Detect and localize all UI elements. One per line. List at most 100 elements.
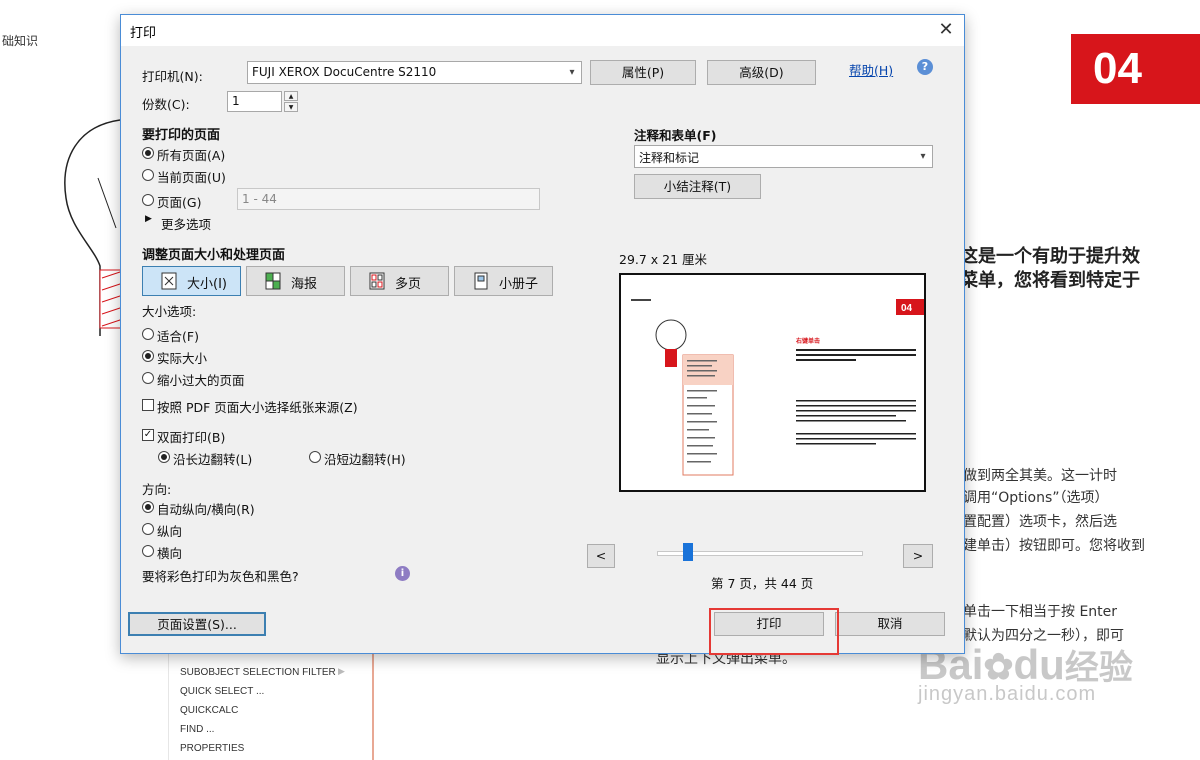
menu-item: QUICK SELECT ... bbox=[180, 686, 265, 697]
menu-item: QUICKCALC bbox=[180, 705, 239, 716]
watermark-brand-2: du bbox=[1013, 641, 1065, 688]
advanced-button[interactable]: 高级(D) bbox=[707, 60, 816, 85]
landscape-label: 横向 bbox=[157, 546, 183, 561]
booklet-icon bbox=[474, 272, 488, 290]
properties-button[interactable]: 属性(P) bbox=[590, 60, 696, 85]
printer-value: FUJI XEROX DocuCentre S2110 bbox=[252, 65, 437, 79]
close-icon[interactable]: ✕ bbox=[934, 18, 958, 42]
pages-label: 页面(G) bbox=[157, 195, 202, 210]
tab-size-label: 大小(I) bbox=[187, 277, 227, 292]
lightbulb-illustration bbox=[64, 119, 128, 336]
portrait-radio[interactable] bbox=[142, 523, 154, 535]
page-info: 第 7 页，共 44 页 bbox=[711, 576, 814, 591]
paper-source-label: 按照 PDF 页面大小选择纸张来源(Z) bbox=[157, 400, 358, 415]
submenu-arrow-icon: ▶ bbox=[338, 667, 345, 677]
expand-arrow-icon[interactable]: ▶ bbox=[145, 214, 152, 224]
auto-orientation-radio[interactable] bbox=[142, 501, 154, 513]
menu-item: SUBOBJECT SELECTION FILTER bbox=[180, 667, 336, 678]
menu-border bbox=[168, 650, 169, 760]
fit-radio[interactable] bbox=[142, 328, 154, 340]
more-options-toggle[interactable]: 更多选项 bbox=[161, 214, 211, 233]
orientation-label: 方向: bbox=[142, 482, 172, 497]
shrink-radio[interactable] bbox=[142, 372, 154, 384]
tab-booklet-label: 小册子 bbox=[499, 277, 539, 292]
print-preview: 04 右键单击 bbox=[619, 273, 926, 492]
preview-badge: 04 bbox=[901, 303, 913, 314]
sizing-section-title: 调整页面大小和处理页面 bbox=[142, 248, 286, 263]
background-paragraph-line: 单击一下相当于按 Enter bbox=[963, 604, 1118, 620]
flip-short-edge-radio[interactable] bbox=[309, 451, 321, 463]
background-heading-line-2: 菜单，您将看到特定于 bbox=[960, 270, 1140, 291]
current-page-radio[interactable] bbox=[142, 169, 154, 181]
tab-poster-label: 海报 bbox=[291, 277, 318, 292]
actual-size-radio[interactable] bbox=[142, 350, 154, 362]
annotations-section-title: 注释和表单(F) bbox=[634, 128, 717, 143]
multiple-pages-icon bbox=[369, 272, 385, 290]
background-heading-line-1: 这是一个有助于提升效 bbox=[960, 246, 1140, 267]
tab-booklet[interactable]: 小册子 bbox=[454, 266, 553, 296]
menu-item: PROPERTIES bbox=[180, 743, 245, 754]
menu-accent-line bbox=[372, 650, 374, 760]
duplex-label: 双面打印(B) bbox=[157, 430, 226, 445]
copies-label: 份数(C): bbox=[142, 97, 190, 112]
pages-range-placeholder: 1 - 44 bbox=[242, 192, 277, 206]
pages-radio[interactable] bbox=[142, 194, 154, 206]
pages-range-field[interactable]: 1 - 44 bbox=[237, 188, 540, 210]
all-pages-label: 所有页面(A) bbox=[157, 148, 226, 163]
chapter-badge: 04 bbox=[1071, 34, 1200, 104]
flip-long-edge-radio[interactable] bbox=[158, 451, 170, 463]
highlight-annotation bbox=[709, 608, 839, 655]
landscape-radio[interactable] bbox=[142, 545, 154, 557]
all-pages-radio[interactable] bbox=[142, 147, 154, 159]
summarize-comments-button[interactable]: 小结注释(T) bbox=[634, 174, 761, 199]
annotations-select[interactable]: 注释和标记 ▾ bbox=[634, 145, 933, 168]
tab-size[interactable]: 大小(I) bbox=[142, 266, 241, 296]
help-icon[interactable]: ? bbox=[917, 59, 933, 75]
cancel-button[interactable]: 取消 bbox=[835, 612, 945, 636]
size-options-label: 大小选项: bbox=[142, 304, 197, 319]
dialog-titlebar[interactable]: 打印 ✕ bbox=[121, 15, 964, 46]
previous-page-button[interactable]: < bbox=[587, 544, 615, 568]
menu-item: FIND ... bbox=[180, 724, 215, 735]
poster-icon bbox=[265, 272, 281, 290]
tab-multiple[interactable]: 多页 bbox=[350, 266, 449, 296]
chevron-down-icon: ▾ bbox=[920, 151, 926, 162]
background-paragraph-line: 做到两全其美。这一计时 bbox=[963, 468, 1117, 484]
background-paragraph-line: 建单击）按钮即可。您将收到 bbox=[963, 538, 1145, 554]
auto-orientation-label: 自动纵向/横向(R) bbox=[157, 502, 255, 517]
copies-up-arrow-icon[interactable]: ▲ bbox=[284, 91, 298, 101]
pages-section-title: 要打印的页面 bbox=[142, 128, 221, 143]
copies-field[interactable]: 1 bbox=[227, 91, 282, 112]
portrait-label: 纵向 bbox=[157, 524, 183, 539]
annotations-value: 注释和标记 bbox=[639, 151, 700, 165]
page-setup-button[interactable]: 页面设置(S)... bbox=[128, 612, 266, 636]
help-link[interactable]: 帮助(H) bbox=[849, 60, 893, 79]
flip-long-edge-label: 沿长边翻转(L) bbox=[173, 452, 253, 467]
tab-poster[interactable]: 海报 bbox=[246, 266, 345, 296]
flip-short-edge-label: 沿短边翻转(H) bbox=[324, 452, 406, 467]
size-icon bbox=[161, 272, 177, 290]
next-page-button[interactable]: > bbox=[903, 544, 933, 568]
paper-source-checkbox[interactable] bbox=[142, 399, 154, 411]
watermark-cn: 经验 bbox=[1064, 649, 1133, 687]
copies-down-arrow-icon[interactable]: ▼ bbox=[284, 102, 298, 112]
grayscale-question: 要将彩色打印为灰色和黑色? bbox=[142, 569, 299, 584]
print-dialog: 打印 ✕ 打印机(N): FUJI XEROX DocuCentre S2110… bbox=[120, 14, 965, 654]
duplex-checkbox[interactable]: ✓ bbox=[142, 429, 154, 441]
dialog-title: 打印 bbox=[130, 26, 157, 41]
background-paragraph-line: 调用“Options”（选项） bbox=[963, 490, 1109, 506]
page-slider-thumb[interactable] bbox=[683, 543, 693, 561]
tab-multiple-label: 多页 bbox=[395, 277, 422, 292]
printer-label: 打印机(N): bbox=[142, 69, 203, 84]
shrink-label: 缩小过大的页面 bbox=[157, 373, 245, 388]
preview-page-thumbnail: 04 右键单击 bbox=[631, 299, 926, 476]
current-page-label: 当前页面(U) bbox=[157, 170, 226, 185]
printer-select[interactable]: FUJI XEROX DocuCentre S2110 ▾ bbox=[247, 61, 582, 84]
actual-size-label: 实际大小 bbox=[157, 351, 208, 366]
background-section-title: 础知识 bbox=[2, 34, 39, 48]
copies-value: 1 bbox=[232, 94, 240, 108]
paw-icon: ✿ bbox=[983, 646, 1014, 687]
background-paragraph-line: 置配置）选项卡，然后选 bbox=[963, 514, 1117, 530]
fit-label: 适合(F) bbox=[157, 329, 199, 344]
info-icon[interactable]: i bbox=[395, 566, 410, 581]
